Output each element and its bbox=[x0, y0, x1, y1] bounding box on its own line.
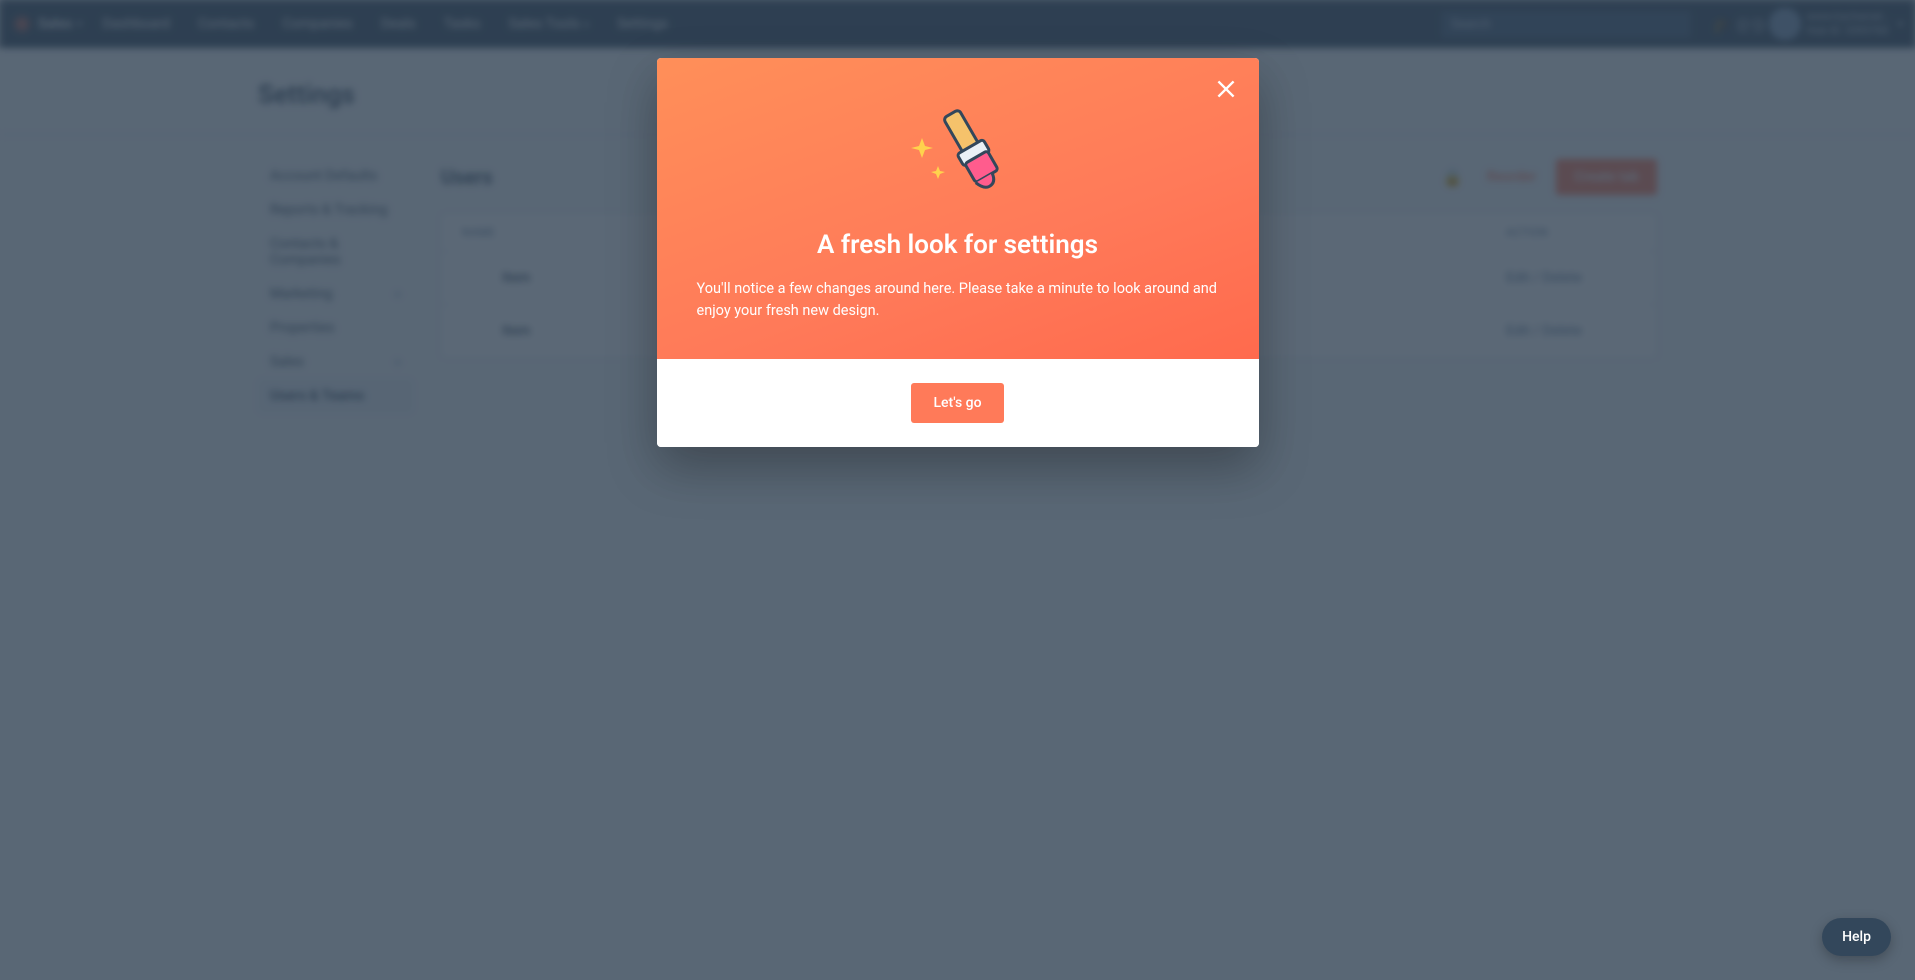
modal-body: You'll notice a few changes around here.… bbox=[697, 278, 1219, 323]
close-icon bbox=[1213, 76, 1239, 102]
modal-overlay: A fresh look for settings You'll notice … bbox=[0, 0, 1915, 980]
paintbrush-illustration bbox=[697, 108, 1219, 204]
intro-modal: A fresh look for settings You'll notice … bbox=[657, 58, 1259, 447]
close-button[interactable] bbox=[1213, 76, 1239, 102]
help-fab[interactable]: Help bbox=[1822, 918, 1891, 956]
modal-title: A fresh look for settings bbox=[697, 230, 1219, 260]
lets-go-button[interactable]: Let's go bbox=[911, 383, 1003, 423]
